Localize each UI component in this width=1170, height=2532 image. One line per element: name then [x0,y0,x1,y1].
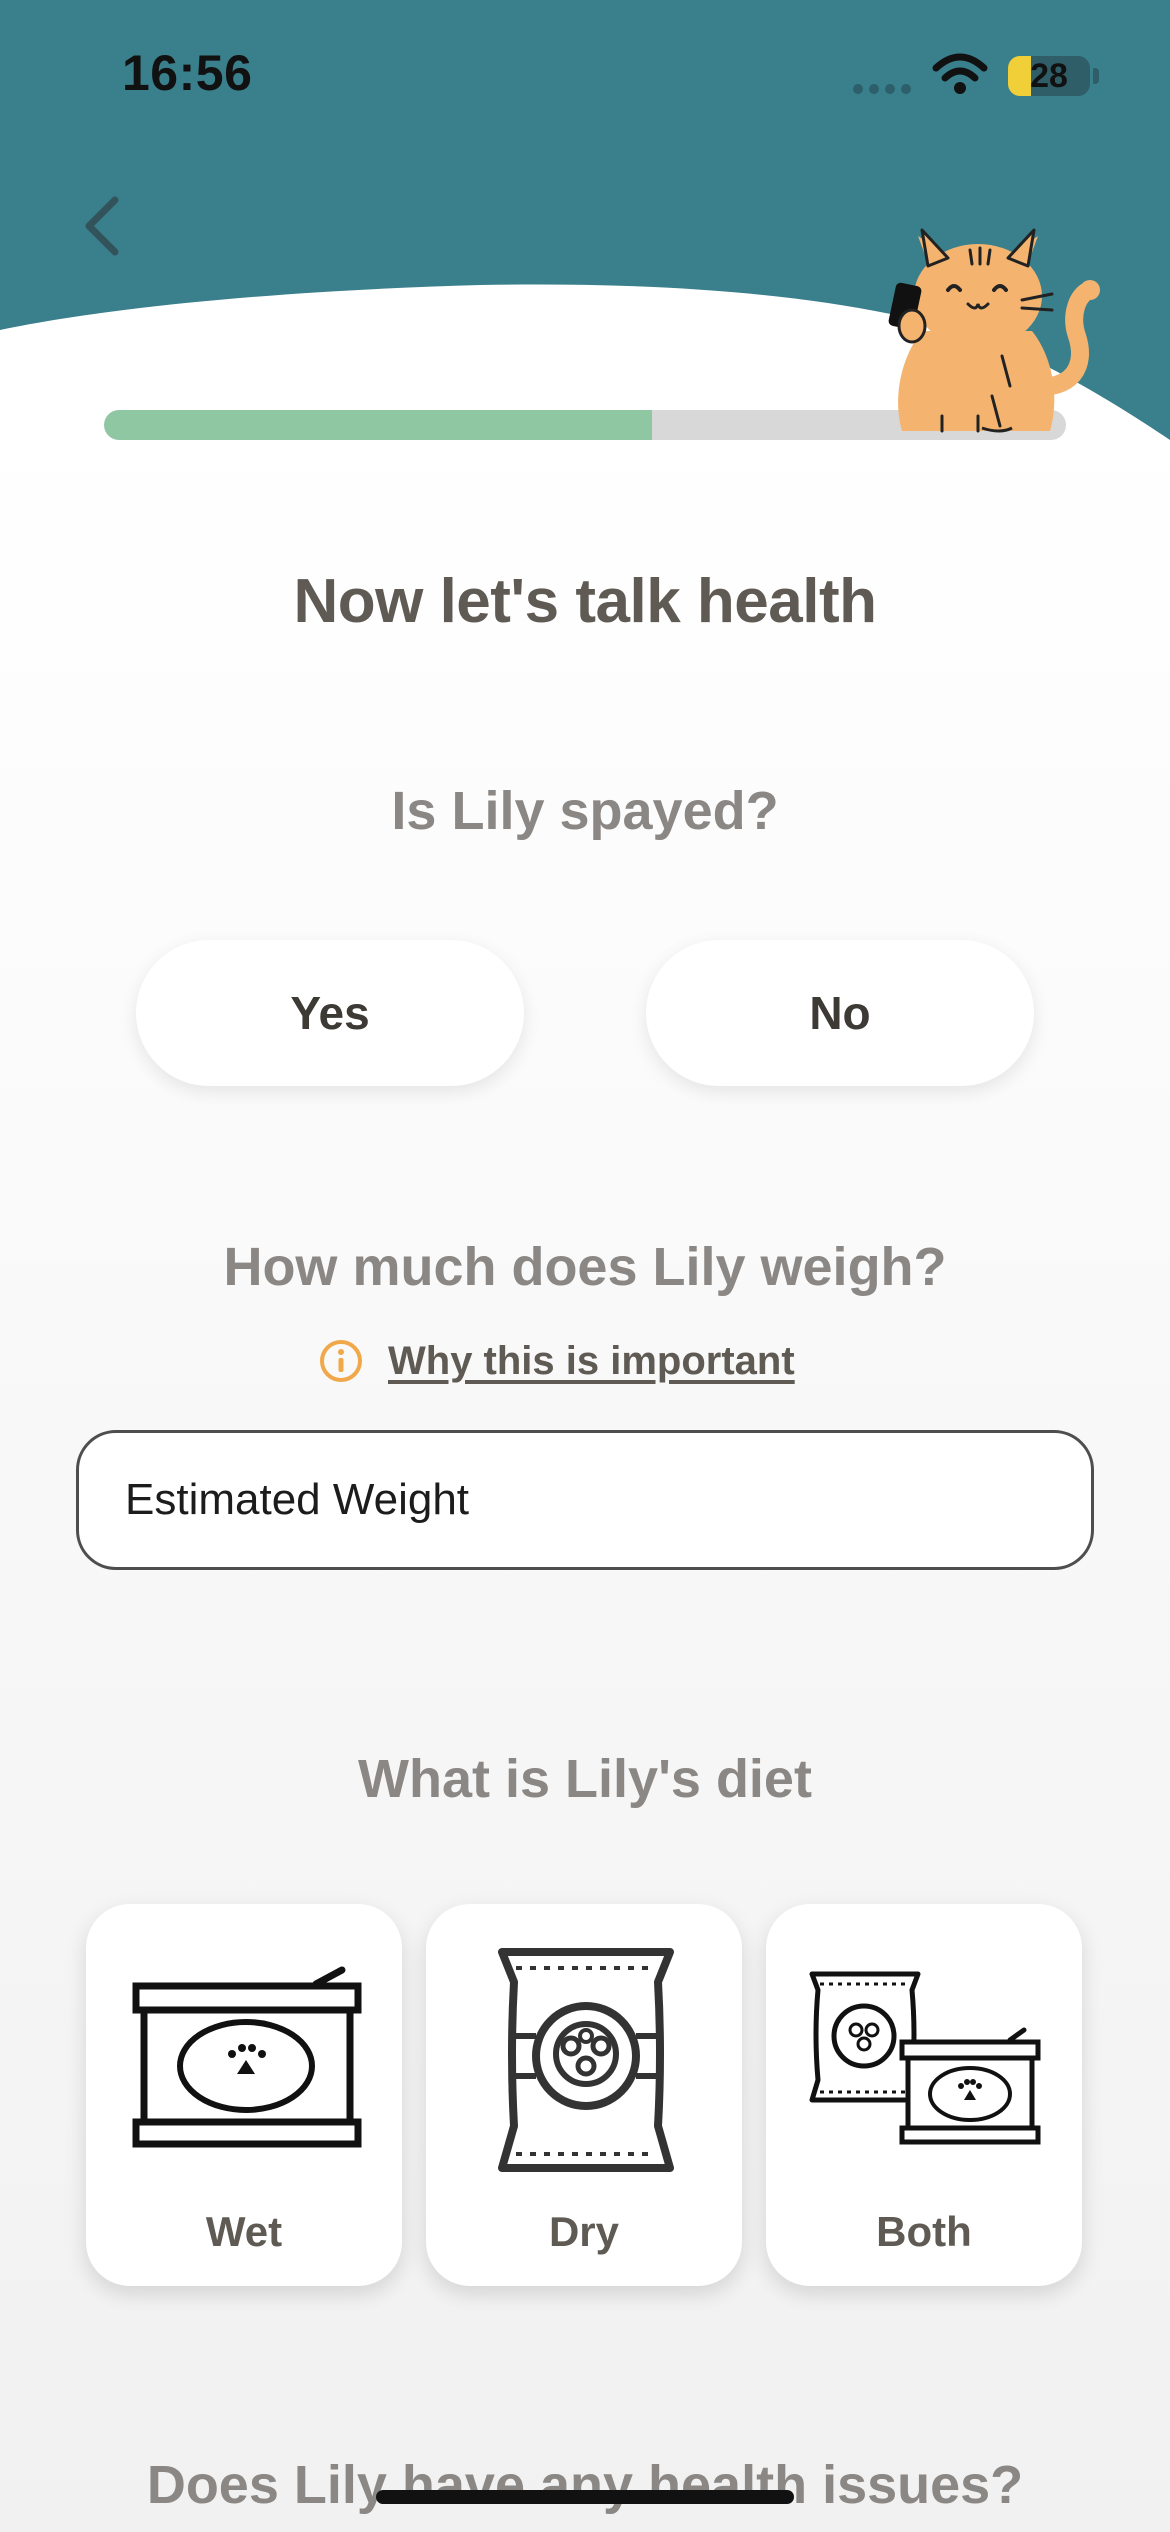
estimated-weight-input[interactable] [76,1430,1094,1570]
back-button[interactable] [66,186,136,266]
diet-option-label: Dry [548,2208,620,2255]
info-circle-icon [320,1340,362,1382]
health-issues-question: Does Lily have any health issues? [146,2455,1024,2515]
wifi-icon [932,53,988,94]
battery-percent: 28 [1030,57,1068,95]
page-title: Now let's talk health [293,567,877,636]
diet-option-wet[interactable]: Wet [86,1904,402,2286]
yes-button[interactable]: Yes [136,940,524,1086]
why-important-label: Why this is important [388,1338,795,1383]
no-button[interactable]: No [646,940,1034,1086]
progress-fill [104,410,653,440]
dry-food-bag-icon [498,1948,674,2172]
wet-and-dry-food-icon [809,1971,1041,2145]
battery-cap [1093,68,1099,84]
diet-option-label: Both [876,2208,972,2255]
diet-option-label: Wet [205,2208,283,2255]
weight-question: How much does Lily weigh? [223,1237,947,1297]
battery-icon: 28 [1008,56,1090,96]
spayed-question: Is Lily spayed? [391,781,779,841]
diet-option-both[interactable]: Both [766,1904,1082,2286]
cat-holding-phone-icon [888,228,1100,433]
cellular-signal-icon [853,84,911,94]
header: 16:56 28 [0,0,1170,460]
home-indicator [376,2490,794,2504]
diet-option-dry[interactable]: Dry [426,1904,742,2286]
diet-question: What is Lily's diet [358,1749,812,1809]
status-time: 16:56 [122,45,253,101]
chevron-left-icon [85,196,119,256]
why-important-link[interactable]: Why this is important [318,1336,795,1386]
wet-food-can-icon [132,1966,362,2148]
